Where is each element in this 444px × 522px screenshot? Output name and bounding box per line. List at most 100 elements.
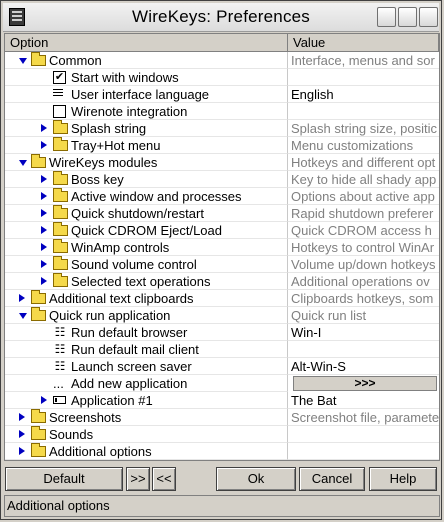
tree-row[interactable]: Common Interface, menus and sor [5, 52, 439, 69]
value-cell[interactable] [288, 341, 439, 358]
value-cell[interactable]: Menu customizations [288, 137, 439, 154]
option-cell[interactable]: Active window and processes [5, 188, 288, 205]
expand-arrow-icon[interactable] [41, 175, 47, 183]
value-cell[interactable]: Quick CDROM access h [288, 222, 439, 239]
tree-row[interactable]: Sound volume control Volume up/down hotke… [5, 256, 439, 273]
option-cell[interactable]: Common [5, 52, 288, 69]
default-button[interactable]: Default [5, 467, 123, 491]
option-cell[interactable]: ✔ Start with windows [5, 69, 288, 86]
expand-arrow-icon[interactable] [41, 396, 47, 404]
checkbox[interactable] [53, 105, 66, 118]
tree-row[interactable]: Additional options [5, 443, 439, 460]
expand-arrow-icon[interactable] [19, 430, 25, 438]
cancel-button[interactable]: Cancel [299, 467, 365, 491]
tree-row[interactable]: Quick shutdown/restart Rapid shutdown pre… [5, 205, 439, 222]
tree-row[interactable]: Splash string Splash string size, positic [5, 120, 439, 137]
expand-arrow-icon[interactable] [19, 294, 25, 302]
option-cell[interactable]: User interface language [5, 86, 288, 103]
minimize-button[interactable] [377, 7, 396, 27]
value-cell[interactable]: Alt-Win-S [288, 358, 439, 375]
options-tree[interactable]: Option Value Common Interface, menus and … [4, 33, 440, 461]
value-cell[interactable] [288, 69, 439, 86]
close-button[interactable] [419, 7, 438, 27]
option-cell[interactable]: ☷ Run default mail client [5, 341, 288, 358]
expand-arrow-icon[interactable] [19, 447, 25, 455]
value-cell[interactable]: Win-I [288, 324, 439, 341]
value-cell[interactable]: Screenshot file, paramete [288, 409, 439, 426]
option-cell[interactable]: WireKeys modules [5, 154, 288, 171]
option-cell[interactable]: Quick CDROM Eject/Load [5, 222, 288, 239]
option-cell[interactable]: Quick shutdown/restart [5, 205, 288, 222]
option-cell[interactable]: Tray+Hot menu [5, 137, 288, 154]
option-cell[interactable]: Application #1 [5, 392, 288, 409]
value-cell[interactable]: Quick run list [288, 307, 439, 324]
title-bar[interactable]: WireKeys: Preferences [3, 3, 439, 32]
option-cell[interactable]: Boss key [5, 171, 288, 188]
option-cell[interactable]: Sounds [5, 426, 288, 443]
column-header-option[interactable]: Option [5, 34, 288, 52]
value-cell[interactable]: Interface, menus and sor [288, 52, 439, 69]
checkbox[interactable]: ✔ [53, 71, 66, 84]
prev-page-button[interactable]: << [152, 467, 176, 491]
expand-arrow-icon[interactable] [19, 413, 25, 421]
ok-button[interactable]: Ok [216, 467, 296, 491]
option-cell[interactable]: Splash string [5, 120, 288, 137]
collapse-arrow-icon[interactable] [19, 58, 27, 64]
expand-arrow-icon[interactable] [41, 192, 47, 200]
collapse-arrow-icon[interactable] [19, 313, 27, 319]
value-cell[interactable]: English [288, 86, 439, 103]
next-page-button[interactable]: >> [126, 467, 150, 491]
option-cell[interactable]: ... Add new application [5, 375, 288, 392]
option-cell[interactable]: Wirenote integration [5, 103, 288, 120]
tree-row[interactable]: ☷ Run default browser Win-I [5, 324, 439, 341]
expand-arrow-icon[interactable] [41, 243, 47, 251]
option-cell[interactable]: ☷ Launch screen saver [5, 358, 288, 375]
tree-row[interactable]: WireKeys modules Hotkeys and different op… [5, 154, 439, 171]
option-cell[interactable]: Additional options [5, 443, 288, 460]
help-button[interactable]: Help [369, 467, 437, 491]
value-cell[interactable]: Additional operations ov [288, 273, 439, 290]
value-cell[interactable]: Volume up/down hotkeys [288, 256, 439, 273]
value-cell[interactable] [288, 103, 439, 120]
tree-row[interactable]: ... Add new application >>> [5, 375, 439, 392]
value-cell[interactable]: Clipboards hotkeys, som [288, 290, 439, 307]
value-cell[interactable] [288, 426, 439, 443]
value-cell[interactable]: Key to hide all shady app [288, 171, 439, 188]
tree-row[interactable]: ☷ Run default mail client [5, 341, 439, 358]
expand-arrow-icon[interactable] [41, 141, 47, 149]
tree-row[interactable]: Sounds [5, 426, 439, 443]
value-cell[interactable]: Rapid shutdown preferer [288, 205, 439, 222]
expand-arrow-icon[interactable] [41, 124, 47, 132]
value-cell[interactable]: Hotkeys and different opt [288, 154, 439, 171]
tree-row[interactable]: Selected text operations Additional opera… [5, 273, 439, 290]
tree-row[interactable]: Tray+Hot menu Menu customizations [5, 137, 439, 154]
tree-row[interactable]: Additional text clipboards Clipboards hot… [5, 290, 439, 307]
tree-row[interactable]: Active window and processes Options about… [5, 188, 439, 205]
value-cell[interactable]: The Bat [288, 392, 439, 409]
option-cell[interactable]: WinAmp controls [5, 239, 288, 256]
add-application-button[interactable]: >>> [293, 376, 437, 391]
tree-row[interactable]: User interface language English [5, 86, 439, 103]
option-cell[interactable]: Additional text clipboards [5, 290, 288, 307]
expand-arrow-icon[interactable] [41, 226, 47, 234]
option-cell[interactable]: Selected text operations [5, 273, 288, 290]
tree-row[interactable]: Quick run application Quick run list [5, 307, 439, 324]
tree-row[interactable]: Quick CDROM Eject/Load Quick CDROM access… [5, 222, 439, 239]
tree-row[interactable]: WinAmp controls Hotkeys to control WinAr [5, 239, 439, 256]
expand-arrow-icon[interactable] [41, 209, 47, 217]
tree-row[interactable]: Wirenote integration [5, 103, 439, 120]
tree-row[interactable]: Boss key Key to hide all shady app [5, 171, 439, 188]
collapse-arrow-icon[interactable] [19, 160, 27, 166]
value-cell[interactable]: Options about active app [288, 188, 439, 205]
tree-row[interactable]: ✔ Start with windows [5, 69, 439, 86]
option-cell[interactable]: Screenshots [5, 409, 288, 426]
expand-arrow-icon[interactable] [41, 260, 47, 268]
tree-row[interactable]: Application #1 The Bat [5, 392, 439, 409]
value-cell[interactable] [288, 443, 439, 460]
maximize-button[interactable] [398, 7, 417, 27]
value-cell[interactable]: Splash string size, positic [288, 120, 439, 137]
option-cell[interactable]: Sound volume control [5, 256, 288, 273]
column-header-value[interactable]: Value [288, 34, 439, 52]
tree-row[interactable]: Screenshots Screenshot file, paramete [5, 409, 439, 426]
value-cell[interactable]: Hotkeys to control WinAr [288, 239, 439, 256]
